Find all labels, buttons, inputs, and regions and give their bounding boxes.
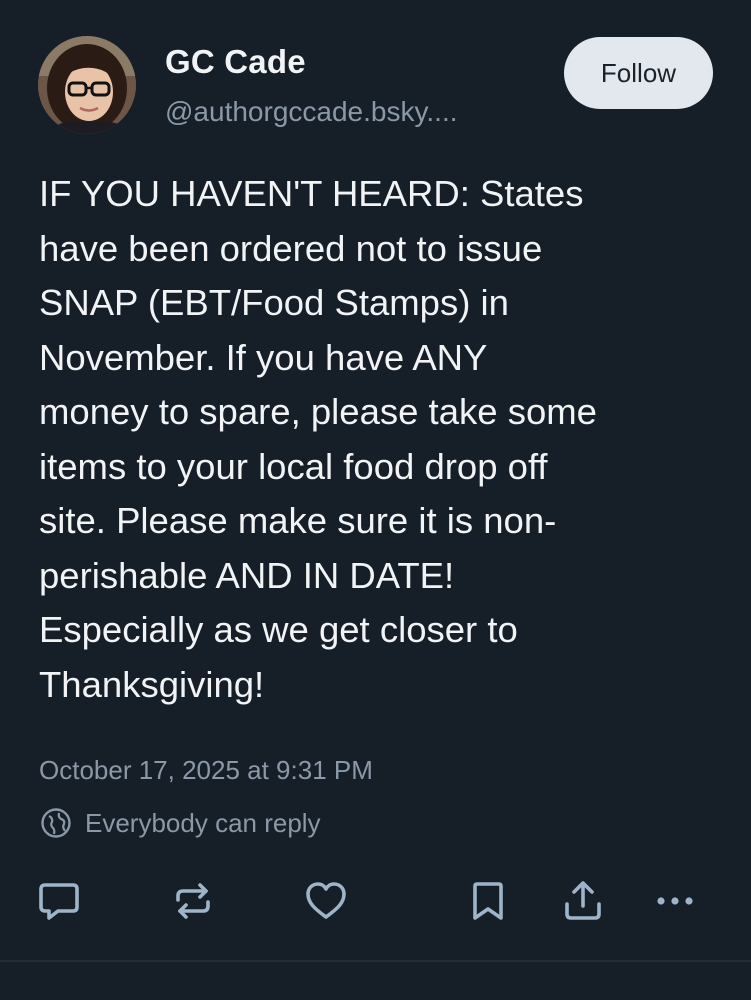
globe-icon xyxy=(41,808,71,838)
next-post-area xyxy=(0,962,751,1000)
like-icon xyxy=(306,882,346,919)
more-icon xyxy=(657,897,693,905)
reply-icon xyxy=(39,883,79,920)
author-name[interactable]: GC Cade xyxy=(165,43,306,81)
post-thread-view: GC Cade @authorgccade.bsky.... Follow IF… xyxy=(0,0,751,960)
more-options-button[interactable] xyxy=(652,878,698,924)
avatar[interactable] xyxy=(38,36,136,134)
share-button[interactable] xyxy=(560,878,606,924)
post-timestamp: October 17, 2025 at 9:31 PM xyxy=(39,755,373,785)
post-text: IF YOU HAVEN'T HEARD: States have been o… xyxy=(39,173,597,705)
bookmark-icon xyxy=(473,882,503,920)
repost-icon xyxy=(176,883,210,919)
follow-button[interactable]: Follow xyxy=(564,37,713,109)
like-button[interactable] xyxy=(303,878,349,924)
reply-button[interactable] xyxy=(36,878,82,924)
repost-button[interactable] xyxy=(170,878,216,924)
bookmark-button[interactable] xyxy=(465,878,511,924)
author-handle[interactable]: @authorgccade.bsky.... xyxy=(165,96,458,128)
avatar-image xyxy=(38,36,136,134)
reply-setting[interactable]: Everybody can reply xyxy=(39,806,321,840)
share-icon xyxy=(565,881,601,920)
reply-setting-label: Everybody can reply xyxy=(85,807,321,838)
